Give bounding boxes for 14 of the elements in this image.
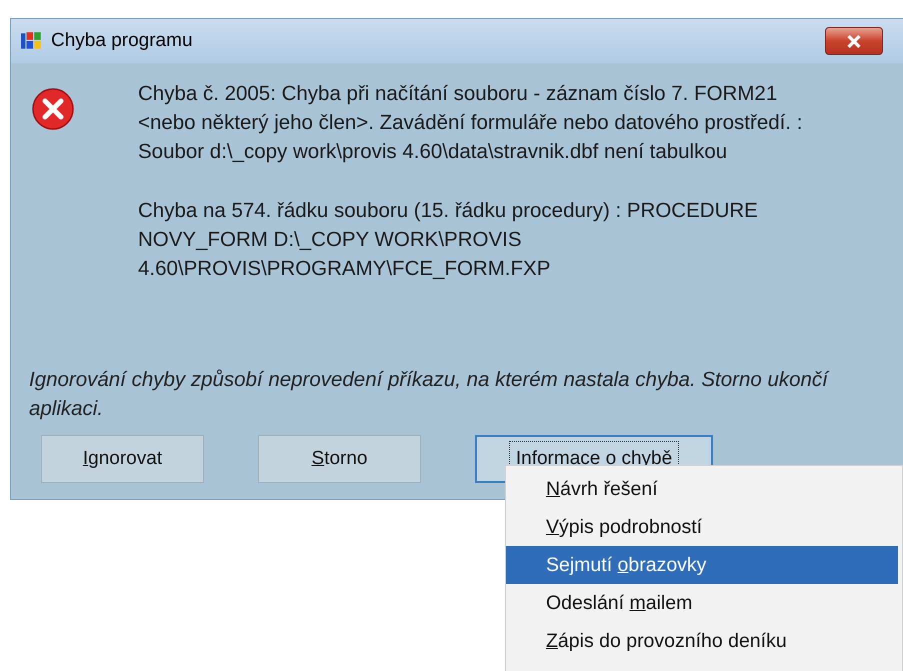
dialog-button[interactable]: Storno — [258, 435, 421, 483]
menu-item[interactable]: Odeslání mailem — [506, 584, 898, 622]
error-message: Chyba na 574. řádku souboru (15. řádku procedury) : PROCEDURE NOVY_FORM D:\_COPY WORK\PROVIS 4.60\PROVIS\PROGRAMY\FCE_FORM.FXP — [138, 198, 759, 282]
error-message: Chyba č. 2005: Chyba při načítání souboru - záznam číslo 7. FORM21 <nebo některý jeho člen>. Zavádění formuláře nebo datového prostředí. : Soubor d:\_copy work\provis 4.60\data\stravnik.dbf není tabulkou — [138, 81, 804, 165]
close-icon — [846, 34, 862, 48]
error-note: Ignorování chyby způsobí neprovedení příkazu, na kterém nastala chyba. Storno ukončí aplikaci. — [29, 367, 830, 422]
close-button[interactable] — [825, 27, 883, 55]
window-title: Chyba programu — [51, 30, 194, 52]
menu-item[interactable]: Zápis do provozního deníku — [506, 622, 898, 660]
menu-item[interactable]: Sejmutí obrazovky — [506, 546, 898, 584]
menu-item[interactable]: Výpis podrobností — [506, 508, 898, 546]
flag-icon — [21, 31, 43, 51]
error-icon — [31, 87, 75, 131]
dialog-button[interactable]: Ignorovat — [41, 435, 204, 483]
